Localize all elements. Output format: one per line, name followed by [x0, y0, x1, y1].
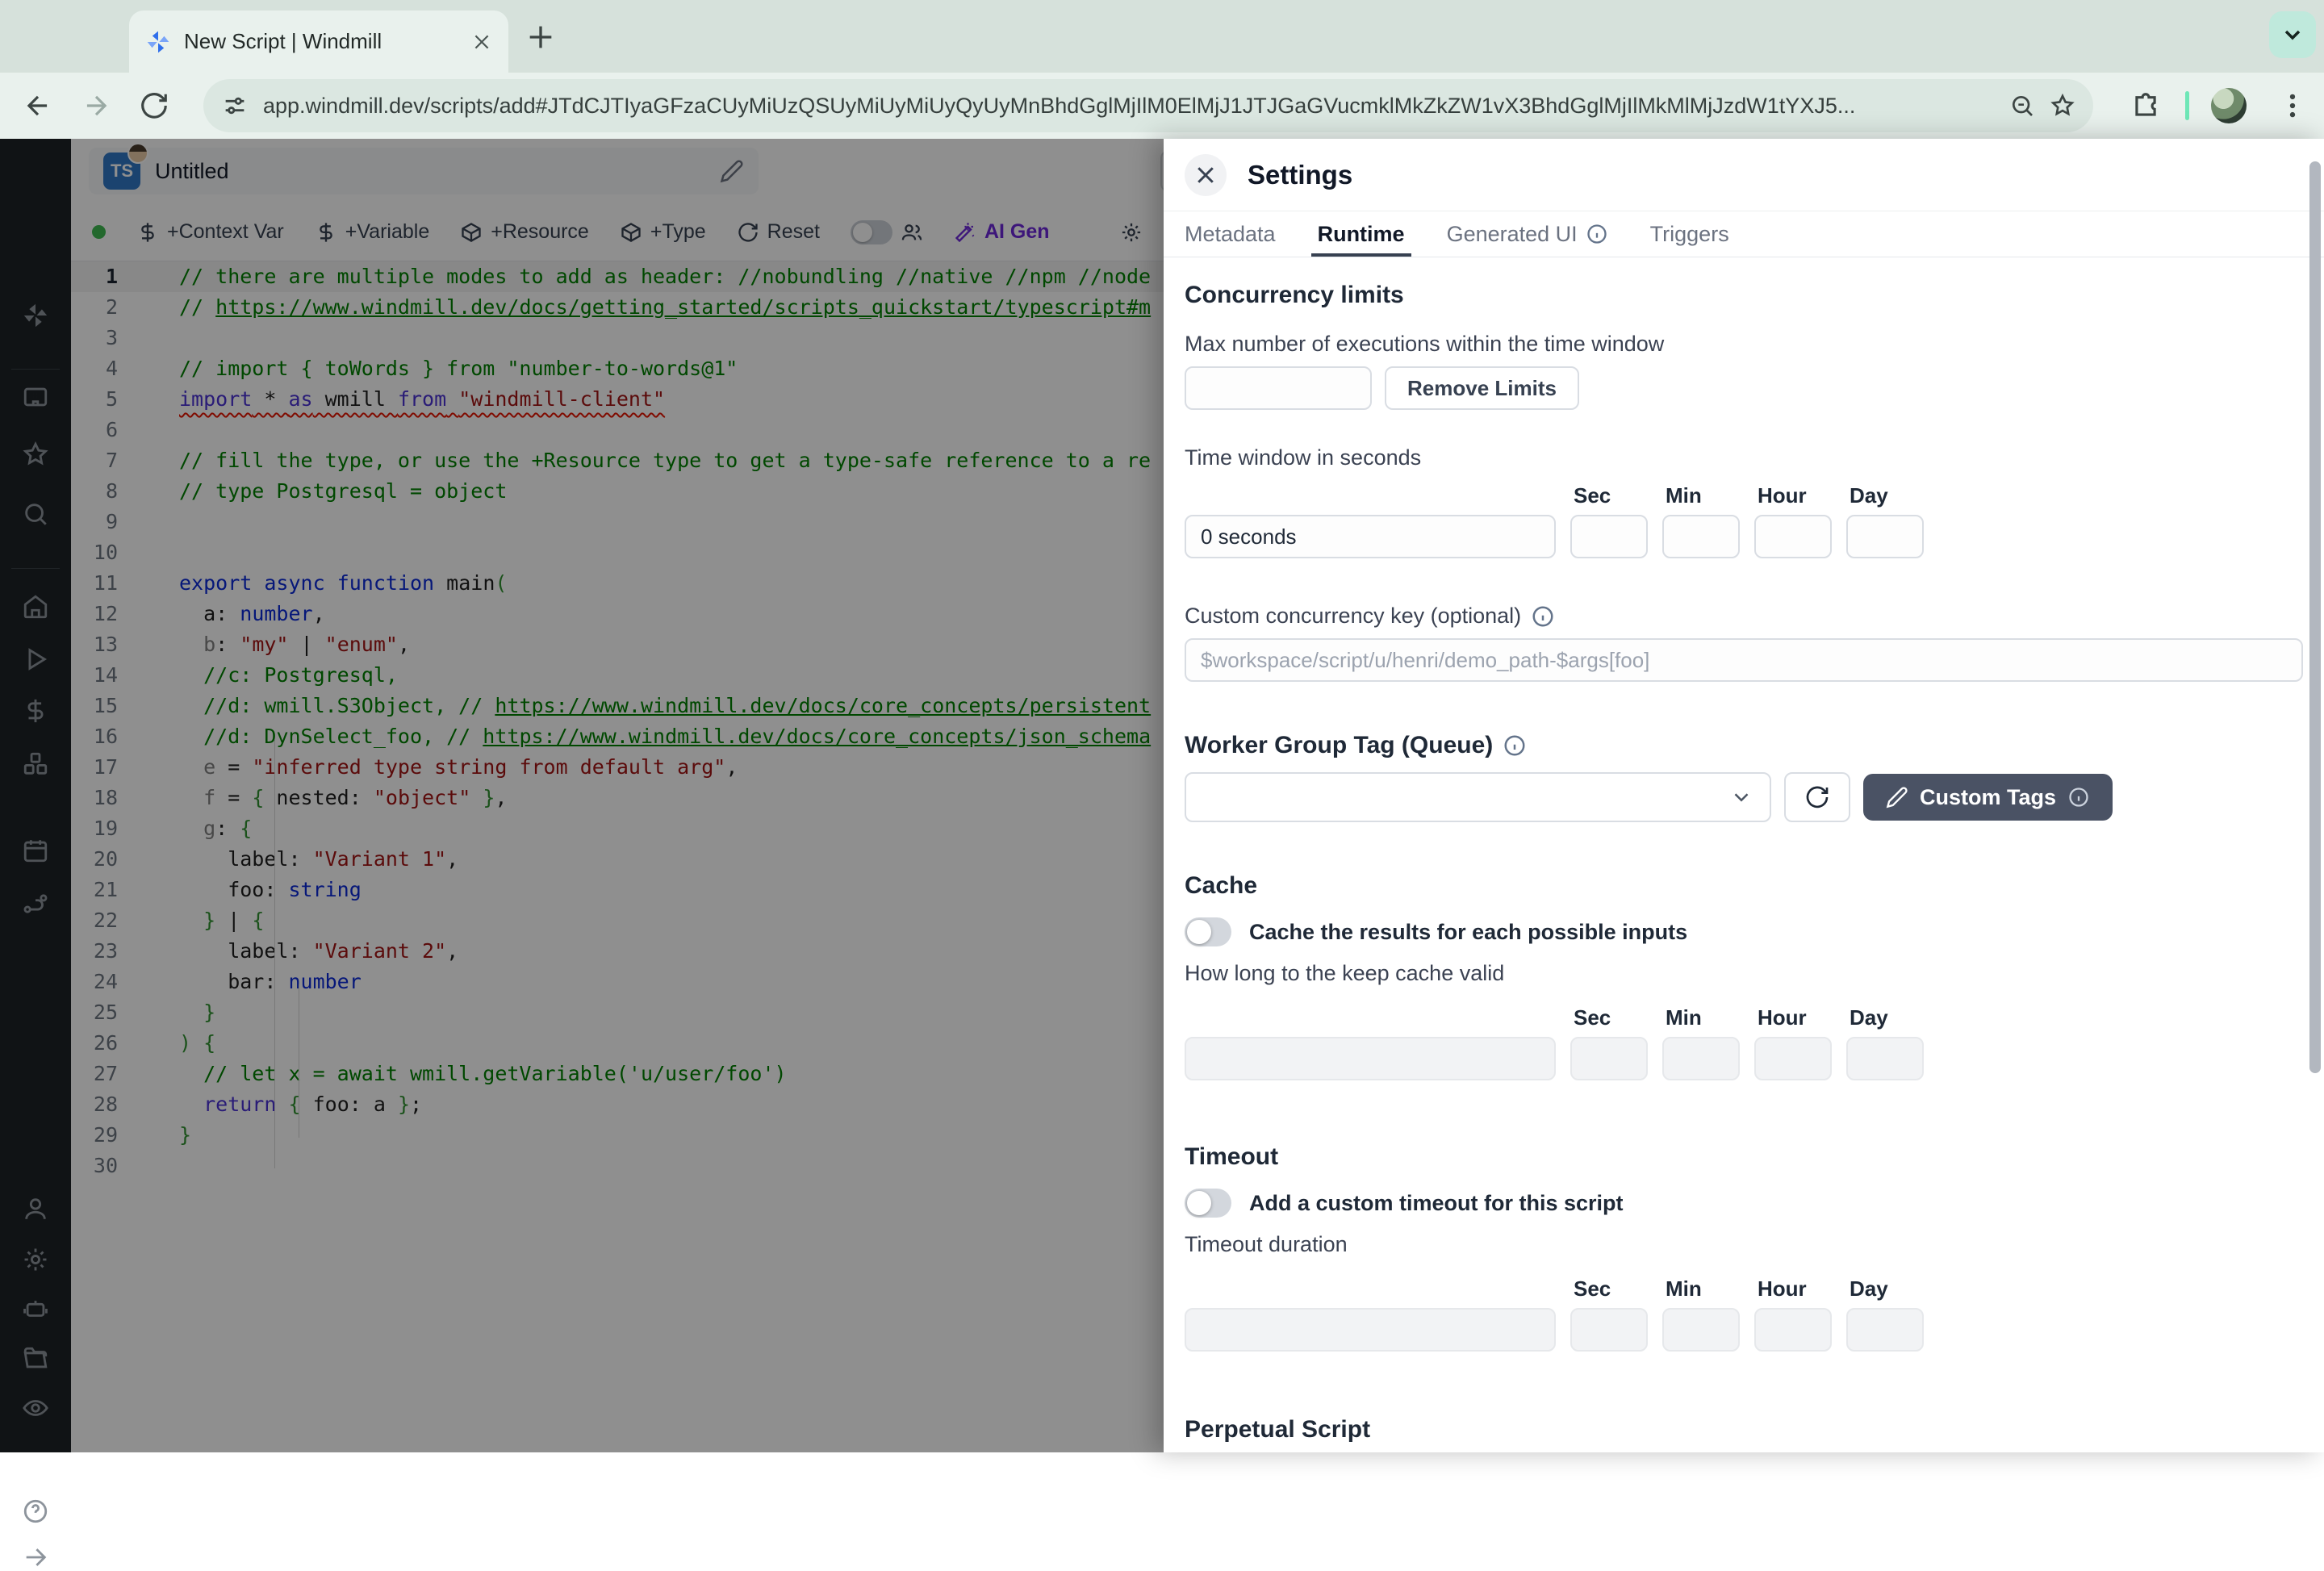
cache-duration-label: How long to the keep cache valid: [1185, 961, 2303, 986]
timeout-day-input[interactable]: [1846, 1308, 1924, 1352]
timeout-duration-input[interactable]: [1185, 1308, 1556, 1352]
help-icon[interactable]: [22, 1498, 49, 1525]
drawer-scrollbar[interactable]: [2309, 161, 2321, 1073]
pencil-icon: [1886, 786, 1908, 808]
remove-limits-button[interactable]: Remove Limits: [1385, 366, 1579, 410]
time-window-label: Time window in seconds: [1185, 445, 2303, 470]
chevron-down-icon: [1729, 785, 1753, 809]
time-window-row: 0 seconds Sec Min Hour Day: [1185, 483, 2303, 558]
time-window-input[interactable]: 0 seconds: [1185, 515, 1556, 558]
url-text: app.windmill.dev/scripts/add#JTdCJTIyaGF…: [263, 94, 1995, 119]
max-executions-input[interactable]: [1185, 366, 1372, 410]
cache-hour-input[interactable]: [1754, 1037, 1832, 1080]
info-icon[interactable]: [1503, 733, 1527, 758]
browser-tab-strip: New Script | Windmill: [0, 0, 2324, 73]
timeout-toggle-label: Add a custom timeout for this script: [1249, 1191, 1624, 1216]
close-icon[interactable]: [1185, 154, 1227, 196]
cache-day-input[interactable]: [1846, 1037, 1924, 1080]
timeout-heading: Timeout: [1185, 1143, 2303, 1171]
tab-search-button[interactable]: [2269, 11, 2316, 58]
extensions-icon[interactable]: [2130, 90, 2161, 121]
forward-button[interactable]: [81, 90, 111, 121]
bookmark-star-icon[interactable]: [2050, 93, 2075, 119]
refresh-tags-button[interactable]: [1784, 772, 1850, 822]
browser-menu-icon[interactable]: [2277, 90, 2308, 121]
worker-group-select[interactable]: [1185, 772, 1771, 822]
refresh-icon: [1804, 784, 1830, 810]
timeout-duration-label: Timeout duration: [1185, 1232, 2303, 1257]
info-icon: [2067, 786, 2090, 808]
windmill-favicon-icon: [145, 29, 171, 55]
timeout-min-input[interactable]: [1662, 1308, 1740, 1352]
cache-duration-input[interactable]: [1185, 1037, 1556, 1080]
concurrency-key-label: Custom concurrency key (optional): [1185, 604, 1521, 629]
cache-heading: Cache: [1185, 872, 2303, 900]
browser-tab[interactable]: New Script | Windmill: [129, 10, 508, 73]
timeout-duration-row: Sec Min Hour Day: [1185, 1276, 2303, 1352]
back-button[interactable]: [23, 90, 53, 121]
cache-duration-row: Sec Min Hour Day: [1185, 1005, 2303, 1080]
timeout-sec-input[interactable]: [1570, 1308, 1648, 1352]
expand-sidebar-icon[interactable]: [22, 1544, 49, 1571]
time-window-day-input[interactable]: [1846, 515, 1924, 558]
worker-group-heading: Worker Group Tag (Queue): [1185, 732, 1493, 759]
new-tab-button[interactable]: [525, 21, 557, 53]
time-window-min-input[interactable]: [1662, 515, 1740, 558]
cache-sec-input[interactable]: [1570, 1037, 1648, 1080]
site-settings-icon[interactable]: [221, 92, 249, 119]
tab-generated-ui[interactable]: Generated UI: [1447, 211, 1608, 257]
timeout-toggle[interactable]: [1185, 1189, 1231, 1218]
tab-close-icon[interactable]: [471, 31, 492, 52]
concurrency-key-input[interactable]: $workspace/script/u/henri/demo_path-$arg…: [1185, 638, 2303, 682]
modal-overlay[interactable]: [0, 139, 1164, 1452]
address-bar[interactable]: app.windmill.dev/scripts/add#JTdCJTIyaGF…: [203, 79, 2093, 132]
cache-min-input[interactable]: [1662, 1037, 1740, 1080]
tab-metadata[interactable]: Metadata: [1185, 211, 1276, 257]
cache-toggle[interactable]: [1185, 917, 1231, 946]
drawer-header: Settings: [1164, 139, 2324, 211]
custom-tags-button[interactable]: Custom Tags: [1863, 774, 2113, 821]
tab-runtime[interactable]: Runtime: [1318, 211, 1405, 257]
concurrency-heading: Concurrency limits: [1185, 282, 2303, 309]
settings-drawer: Settings Metadata Runtime Generated UI T…: [1164, 139, 2324, 1452]
toolbar-separator: [2185, 91, 2189, 120]
runtime-settings: Concurrency limits Max number of executi…: [1164, 257, 2324, 1452]
timeout-hour-input[interactable]: [1754, 1308, 1832, 1352]
settings-tabs: Metadata Runtime Generated UI Triggers: [1164, 211, 2324, 257]
info-icon[interactable]: [1531, 604, 1555, 629]
info-icon: [1586, 223, 1608, 245]
cache-toggle-label: Cache the results for each possible inpu…: [1249, 920, 1687, 945]
profile-avatar[interactable]: [2211, 88, 2247, 123]
time-window-hour-input[interactable]: [1754, 515, 1832, 558]
perpetual-heading: Perpetual Script: [1185, 1416, 2303, 1444]
max-executions-label: Max number of executions within the time…: [1185, 332, 2303, 357]
reload-button[interactable]: [139, 90, 169, 121]
zoom-icon[interactable]: [2009, 93, 2035, 119]
tab-triggers[interactable]: Triggers: [1650, 211, 1729, 257]
time-window-sec-input[interactable]: [1570, 515, 1648, 558]
drawer-title: Settings: [1248, 160, 1352, 190]
tab-title: New Script | Windmill: [184, 29, 458, 54]
